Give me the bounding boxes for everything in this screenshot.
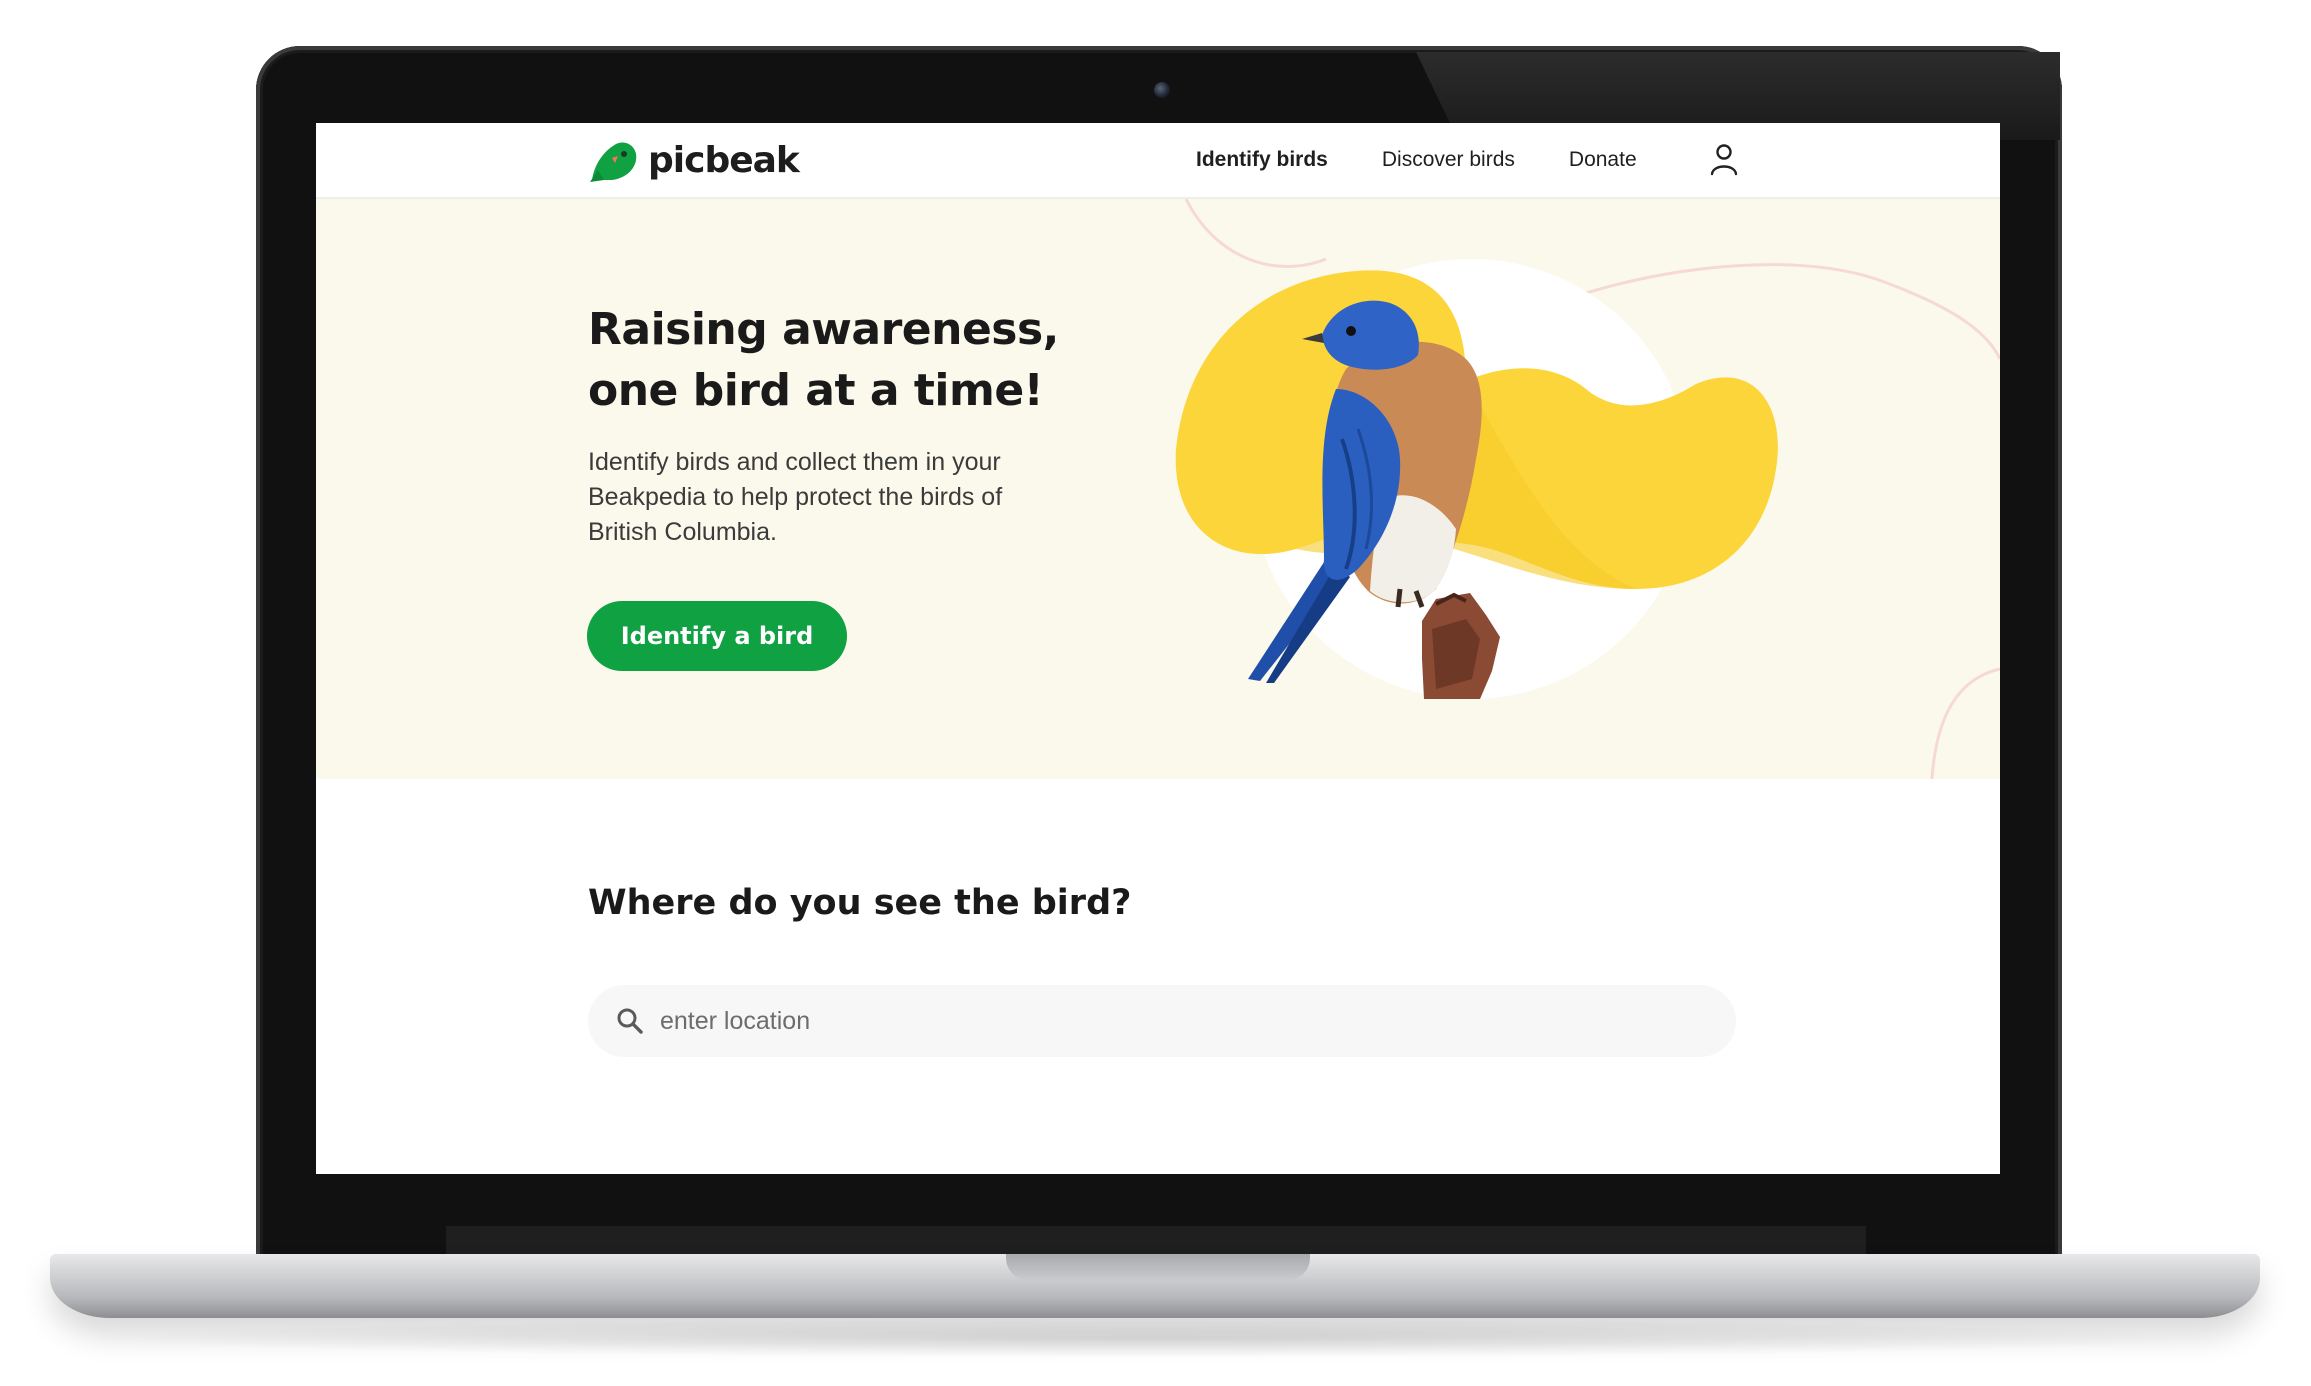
main-nav: Identify birds Discover birds Donate: [1196, 123, 1691, 197]
search-icon: [617, 1008, 643, 1034]
hero-title-line-1: Raising awareness,: [588, 304, 1059, 355]
bezel-bottom: [446, 1226, 1866, 1254]
nav-discover-birds[interactable]: Discover birds: [1382, 148, 1515, 172]
location-search-box[interactable]: [588, 985, 1736, 1057]
top-navbar: picbeak Identify birds Discover birds Do…: [316, 123, 2000, 199]
hero-title-line-2: one bird at a time!: [588, 365, 1044, 416]
bluebird-image: [1175, 259, 1778, 699]
hero-title: Raising awareness, one bird at a time!: [588, 299, 1108, 421]
location-search-input[interactable]: [658, 990, 1702, 1052]
brand-logo[interactable]: picbeak: [588, 131, 800, 189]
webcam: [1154, 82, 1170, 98]
hero-description: Identify birds and collect them in your …: [588, 448, 1003, 546]
laptop-shadow: [80, 1318, 2230, 1358]
hero-section: Raising awareness, one bird at a time! I…: [316, 199, 2000, 779]
location-heading: Where do you see the bird?: [588, 883, 1132, 923]
nav-donate[interactable]: Donate: [1569, 148, 1637, 172]
brand-name: picbeak: [648, 139, 800, 181]
browser-viewport: picbeak Identify birds Discover birds Do…: [316, 123, 2000, 1174]
user-icon[interactable]: [1706, 141, 1742, 177]
laptop-notch: [1006, 1254, 1310, 1280]
nav-identify-birds[interactable]: Identify birds: [1196, 148, 1328, 172]
bird-logo-icon: [590, 142, 637, 182]
identify-bird-button[interactable]: Identify a bird: [587, 601, 847, 671]
